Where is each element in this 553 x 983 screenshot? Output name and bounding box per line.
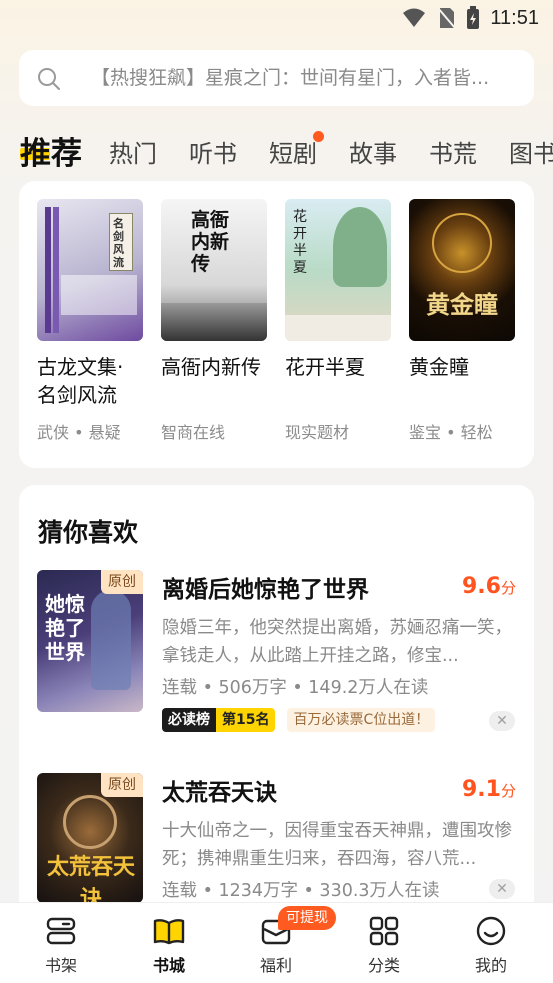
book-title: 黄金瞳 <box>409 355 469 379</box>
book-item[interactable]: 黄金瞳 黄金瞳 <box>409 199 515 381</box>
book-item[interactable]: 名剑风流 古龙文集·名剑风流 <box>37 199 143 409</box>
cover-title: 高衙内新传 <box>191 209 230 275</box>
book-list-item[interactable]: 她惊艳了世界 原创 离婚后她惊艳了世界 9.6分 隐婚三年，他突然提出离婚，苏婳… <box>19 570 534 740</box>
bottom-navigation: 书架 书城 福利 分类 我的 <box>0 902 553 983</box>
nav-category[interactable]: 分类 <box>349 903 419 983</box>
cover-title: 太荒吞天诀 <box>46 854 135 903</box>
search-icon <box>38 68 60 90</box>
status-time: 11:51 <box>490 6 539 29</box>
tab-recommend[interactable]: 推荐 <box>20 128 82 173</box>
original-badge: 原创 <box>101 570 143 594</box>
cover-title: 花开半夏 <box>293 209 307 276</box>
dismiss-button[interactable]: ✕ <box>489 711 515 731</box>
category-tabs: 推荐 热门 听书 短剧 故事 书荒 图书 <box>0 126 553 176</box>
search-bar[interactable]: 【热搜狂飙】星痕之门：世间有星门，入者皆... <box>19 50 534 106</box>
cover-title: 黄金瞳 <box>426 290 498 319</box>
book-title: 高衙内新传 <box>161 355 261 379</box>
close-icon: ✕ <box>496 713 508 729</box>
book-title: 古龙文集·名剑风流 <box>37 355 124 407</box>
guess-you-like-card: 猜你喜欢 她惊艳了世界 原创 离婚后她惊艳了世界 9.6分 隐婚三年，他突然提出… <box>19 485 534 925</box>
cover-title: 名剑风流 <box>113 217 124 269</box>
book-title: 花开半夏 <box>285 355 365 379</box>
wifi-icon <box>403 8 426 27</box>
book-title: 太荒吞天诀 <box>162 780 277 806</box>
tab-audiobook[interactable]: 听书 <box>189 134 237 169</box>
nav-bookstore[interactable]: 书城 <box>134 903 204 983</box>
tab-hot[interactable]: 热门 <box>109 134 157 169</box>
status-bar: 11:51 <box>0 0 553 40</box>
book-tags: 现实题材 <box>285 423 350 442</box>
tab-stories[interactable]: 故事 <box>349 134 397 169</box>
nav-bookshelf[interactable]: 书架 <box>26 903 96 983</box>
withdraw-badge: 可提现 <box>278 906 336 930</box>
bookshelf-icon <box>46 917 76 945</box>
book-tags: 智商在线 <box>161 423 226 442</box>
book-title: 离婚后她惊艳了世界 <box>162 577 369 603</box>
battery-icon <box>467 6 480 29</box>
book-meta: 连载 • 506万字 • 149.2万人在读 <box>162 678 429 698</box>
book-description: 十大仙帝之一，因得重宝吞天神鼎，遭围攻惨死；携神鼎重生归来，吞四海，容八荒... <box>162 821 512 869</box>
book-score: 9.1分 <box>462 777 516 802</box>
book-description: 隐婚三年，他突然提出离婚，苏婳忍痛一笑，拿钱走人，从此踏上开挂之路，修宝... <box>162 618 512 666</box>
tab-book-shortage[interactable]: 书荒 <box>429 134 477 169</box>
book-cover: 太荒吞天诀 原创 <box>37 773 143 903</box>
no-sim-icon <box>437 7 457 29</box>
original-badge: 原创 <box>101 773 143 797</box>
dismiss-button[interactable]: ✕ <box>489 879 515 899</box>
book-open-icon <box>153 919 185 945</box>
book-item[interactable]: 高衙内新传 高衙内新传 <box>161 199 267 381</box>
cover-title: 她惊艳了世界 <box>45 592 85 664</box>
rank-tag[interactable]: 必读榜 第15名 <box>162 708 276 732</box>
book-cover: 黄金瞳 <box>409 199 515 341</box>
section-heading: 猜你喜欢 <box>38 518 139 547</box>
tab-books[interactable]: 图书 <box>509 134 553 169</box>
book-cover: 名剑风流 <box>37 199 143 341</box>
book-tags: 鉴宝 • 轻松 <box>409 423 493 442</box>
tab-short-drama[interactable]: 短剧 <box>269 134 317 169</box>
book-cover: 花开半夏 <box>285 199 391 341</box>
book-cover: 高衙内新传 <box>161 199 267 341</box>
book-tags: 必读榜 第15名 百万必读票C位出道！ <box>162 708 436 732</box>
close-icon: ✕ <box>496 881 508 897</box>
smile-icon <box>476 916 506 946</box>
search-placeholder: 【热搜狂飙】星痕之门：世间有星门，入者皆... <box>91 67 490 89</box>
book-meta: 连载 • 1234万字 • 330.3万人在读 <box>162 881 440 901</box>
book-tags: 武侠 • 悬疑 <box>37 423 121 442</box>
new-dot-badge <box>313 131 324 142</box>
nav-profile[interactable]: 我的 <box>456 903 526 983</box>
book-item[interactable]: 花开半夏 花开半夏 <box>285 199 391 381</box>
book-cover: 她惊艳了世界 原创 <box>37 570 143 712</box>
recommend-card: 名剑风流 古龙文集·名剑风流 武侠 • 悬疑 高衙内新传 高衙内新传 智商在线 … <box>19 181 534 468</box>
ticket-tag[interactable]: 百万必读票C位出道！ <box>287 708 436 732</box>
grid-icon <box>369 916 399 946</box>
book-score: 9.6分 <box>462 574 516 599</box>
